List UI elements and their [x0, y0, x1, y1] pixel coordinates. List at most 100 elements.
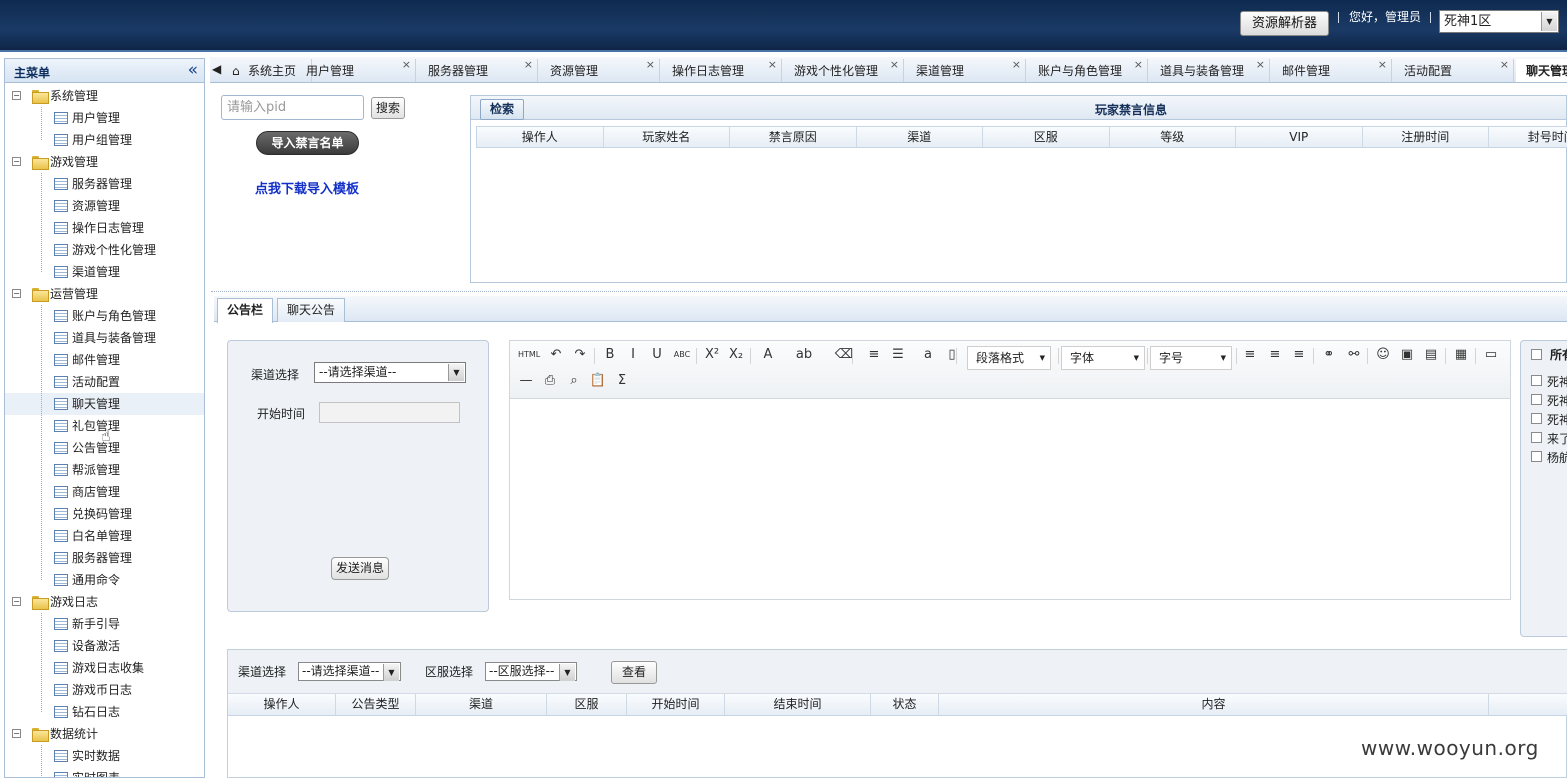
sidebar-item[interactable]: 商店管理: [5, 481, 204, 503]
tab-item[interactable]: 游戏个性化管理 ×: [784, 57, 904, 82]
print-icon[interactable]: ⎙: [540, 371, 560, 391]
close-icon[interactable]: ×: [890, 57, 899, 77]
align-right-icon[interactable]: ≡: [1289, 345, 1309, 365]
sidebar-item[interactable]: 通用命令: [5, 569, 204, 591]
emoji-icon[interactable]: ☺: [1373, 345, 1393, 365]
sidebar-item[interactable]: 用户管理: [5, 107, 204, 129]
tab-item[interactable]: 邮件管理 ×: [1272, 57, 1392, 82]
sidebar-item[interactable]: 游戏个性化管理: [5, 239, 204, 261]
close-icon[interactable]: ×: [1500, 57, 1509, 77]
close-icon[interactable]: ×: [646, 57, 655, 77]
collapse-toggle-icon[interactable]: −: [12, 157, 21, 166]
subscript-icon[interactable]: X₂: [726, 345, 746, 365]
font-family-select[interactable]: 字体 ▼: [1061, 346, 1145, 370]
paste-icon[interactable]: 📋: [588, 371, 608, 391]
tab-chat-notice[interactable]: 聊天公告: [277, 298, 346, 322]
chart-icon[interactable]: ▦: [1451, 345, 1471, 365]
send-message-button[interactable]: 发送消息: [331, 557, 389, 580]
sidebar-item[interactable]: 服务器管理: [5, 173, 204, 195]
tab-notice-board[interactable]: 公告栏: [217, 298, 274, 323]
query-channel-select[interactable]: --请选择渠道-- ▼: [298, 662, 401, 681]
chevron-down-icon[interactable]: ▼: [1541, 12, 1557, 31]
sidebar-item[interactable]: 邮件管理: [5, 349, 204, 371]
sidebar-item[interactable]: 活动配置: [5, 371, 204, 393]
unlink-icon[interactable]: ⚯: [1344, 345, 1364, 365]
start-time-input[interactable]: [319, 402, 460, 423]
video-icon[interactable]: ▤: [1421, 345, 1441, 365]
sidebar-item[interactable]: 游戏日志收集: [5, 657, 204, 679]
italic-icon[interactable]: I: [623, 345, 643, 365]
chevron-down-icon[interactable]: ▼: [559, 664, 575, 681]
ordered-list-icon[interactable]: ≡: [864, 345, 884, 365]
sidebar-group[interactable]: − 游戏管理: [5, 151, 204, 173]
server-select[interactable]: 死神1区 ▼: [1439, 10, 1559, 33]
sidebar-group[interactable]: − 系统管理: [5, 85, 204, 107]
eraser-icon[interactable]: ⌫: [834, 345, 854, 365]
align-left-icon[interactable]: ≡: [1240, 345, 1260, 365]
tab-item[interactable]: 资源管理 ×: [540, 57, 660, 82]
close-icon[interactable]: ×: [1378, 57, 1387, 77]
server-checkbox[interactable]: [1531, 375, 1542, 386]
sidebar-item[interactable]: 游戏币日志: [5, 679, 204, 701]
sidebar-item[interactable]: 操作日志管理: [5, 217, 204, 239]
sidebar-item[interactable]: 新手引导: [5, 613, 204, 635]
view-button[interactable]: 查看: [611, 661, 657, 684]
collapse-toggle-icon[interactable]: −: [12, 289, 21, 298]
sidebar-item[interactable]: 账户与角色管理: [5, 305, 204, 327]
tab-item[interactable]: 操作日志管理 ×: [662, 57, 782, 82]
tab-item[interactable]: 聊天管理×: [1516, 59, 1567, 82]
select-all-checkbox[interactable]: [1531, 349, 1542, 360]
chevron-down-icon[interactable]: ▼: [383, 664, 399, 681]
download-template-link[interactable]: 点我下载导入模板: [255, 178, 359, 197]
collapse-toggle-icon[interactable]: −: [12, 597, 21, 606]
close-icon[interactable]: ×: [402, 57, 411, 77]
sidebar-item[interactable]: 用户组管理: [5, 129, 204, 151]
preview-icon[interactable]: ▭: [1481, 345, 1501, 365]
sidebar-group[interactable]: − 运营管理: [5, 283, 204, 305]
horizontal-rule-icon[interactable]: —: [516, 371, 536, 391]
align-center-icon[interactable]: ≡: [1265, 345, 1285, 365]
scroll-left-icon[interactable]: ◀: [212, 62, 221, 76]
anchor-icon[interactable]: a: [918, 345, 938, 365]
channel-select[interactable]: --请选择渠道-- ▼: [314, 362, 466, 383]
sidebar-item[interactable]: 渠道管理: [5, 261, 204, 283]
redo-icon[interactable]: ↷: [570, 345, 590, 365]
sidebar-group[interactable]: − 游戏日志: [5, 591, 204, 613]
formula-icon[interactable]: Σ: [612, 371, 632, 391]
tab-item[interactable]: 服务器管理 ×: [418, 58, 538, 82]
font-color-icon[interactable]: A: [758, 345, 778, 365]
html-icon[interactable]: HTML: [518, 345, 540, 365]
link-icon[interactable]: ⚭: [1319, 345, 1339, 365]
bold-icon[interactable]: B: [600, 345, 620, 365]
superscript-icon[interactable]: X²: [702, 345, 722, 365]
sidebar-item[interactable]: 兑换码管理: [5, 503, 204, 525]
close-icon[interactable]: ×: [1256, 57, 1265, 77]
tab-item[interactable]: 渠道管理 ×: [906, 58, 1026, 82]
query-zone-select[interactable]: --区服选择-- ▼: [485, 662, 577, 681]
tab-item[interactable]: 用户管理 ×: [296, 57, 416, 82]
unordered-list-icon[interactable]: ☰: [888, 345, 908, 365]
font-size-select[interactable]: 字号 ▼: [1150, 346, 1232, 370]
sidebar-item[interactable]: 实时数据: [5, 745, 204, 767]
close-icon[interactable]: ×: [768, 57, 777, 77]
search-replace-icon[interactable]: ⌕: [564, 371, 584, 391]
pid-input[interactable]: 请输入pid: [221, 95, 364, 120]
highlight-icon[interactable]: ab: [794, 345, 814, 365]
tab-item[interactable]: 账户与角色管理 ×: [1028, 57, 1148, 82]
import-mute-list-button[interactable]: 导入禁言名单: [256, 131, 359, 155]
sidebar-item[interactable]: 聊天管理: [5, 393, 204, 415]
resource-parser-button[interactable]: 资源解析器: [1240, 11, 1329, 36]
chevron-down-icon[interactable]: ▼: [448, 364, 464, 381]
server-checkbox[interactable]: [1531, 451, 1542, 462]
close-icon[interactable]: ×: [1134, 57, 1143, 77]
collapse-toggle-icon[interactable]: −: [12, 729, 21, 738]
server-checkbox[interactable]: [1531, 394, 1542, 405]
sidebar-item[interactable]: 服务器管理: [5, 547, 204, 569]
sidebar-item[interactable]: 道具与装备管理: [5, 327, 204, 349]
strikethrough-icon[interactable]: ABC: [672, 345, 692, 365]
undo-icon[interactable]: ↶: [546, 345, 566, 365]
sidebar-group[interactable]: − 数据统计: [5, 723, 204, 745]
underline-icon[interactable]: U: [647, 345, 667, 365]
server-checkbox[interactable]: [1531, 413, 1542, 424]
tab-item[interactable]: 道具与装备管理 ×: [1150, 57, 1270, 82]
